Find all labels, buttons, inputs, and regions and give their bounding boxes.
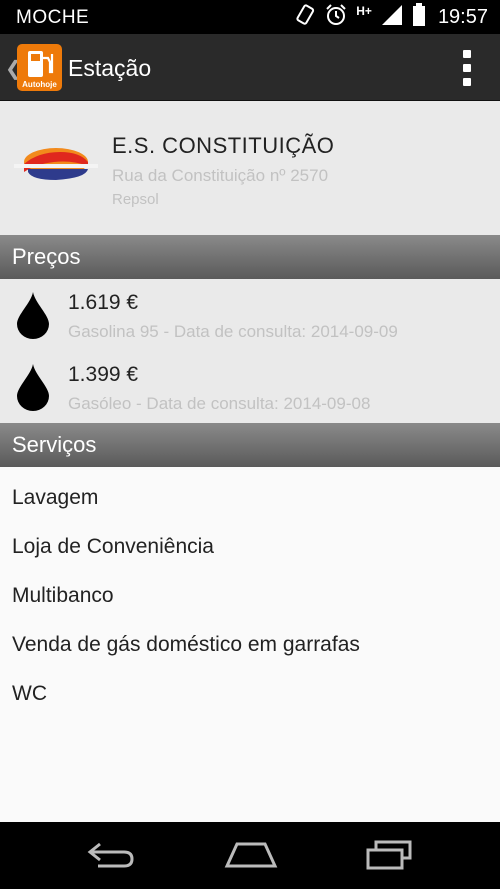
prices-list: 1.619 € Gasolina 95 - Data de consulta: … bbox=[0, 279, 500, 423]
station-name: E.S. CONSTITUIÇÃO bbox=[112, 133, 335, 158]
service-item: Venda de gás doméstico em garrafas bbox=[12, 633, 360, 656]
price-row-gasolina[interactable]: 1.619 € Gasolina 95 - Data de consulta: … bbox=[0, 279, 500, 351]
home-icon[interactable] bbox=[223, 838, 279, 877]
service-item: Multibanco bbox=[12, 584, 114, 607]
price-value: 1.399 € bbox=[68, 363, 139, 386]
carrier-name: MOCHE bbox=[16, 7, 90, 28]
fuel-drop-icon bbox=[17, 292, 49, 339]
back-icon[interactable] bbox=[86, 838, 136, 877]
service-item: Lavagem bbox=[12, 486, 99, 509]
navigation-bar bbox=[0, 822, 500, 889]
status-bar: MOCHE H+ 19:57 bbox=[0, 0, 500, 34]
station-address: Rua da Constituição nº 2570 bbox=[112, 166, 329, 185]
station-card: E.S. CONSTITUIÇÃO Rua da Constituição nº… bbox=[0, 101, 500, 235]
clock: 19:57 bbox=[437, 5, 488, 28]
service-item: WC bbox=[12, 682, 47, 705]
battery-icon bbox=[412, 2, 426, 32]
price-meta: Gasóleo - Data de consulta: 2014-09-08 bbox=[68, 394, 371, 413]
service-item: Loja de Conveniência bbox=[12, 535, 214, 558]
services-header: Serviços bbox=[0, 423, 500, 467]
page-title: Estação bbox=[68, 55, 152, 81]
price-row-gasoleo[interactable]: 1.399 € Gasóleo - Data de consulta: 2014… bbox=[0, 351, 500, 423]
prices-header: Preços bbox=[0, 235, 500, 279]
recents-icon[interactable] bbox=[364, 838, 414, 877]
network-type-label: H+ bbox=[356, 4, 372, 18]
alarm-icon bbox=[324, 3, 348, 32]
rotation-icon bbox=[294, 3, 316, 31]
app-logo[interactable]: Autohoje bbox=[17, 44, 62, 91]
app-logo-text: Autohoje bbox=[22, 80, 57, 89]
content-area: E.S. CONSTITUIÇÃO Rua da Constituição nº… bbox=[0, 101, 500, 822]
signal-icon bbox=[380, 3, 404, 32]
repsol-logo-icon bbox=[14, 148, 98, 180]
price-meta: Gasolina 95 - Data de consulta: 2014-09-… bbox=[68, 322, 398, 341]
station-brand: Repsol bbox=[112, 191, 159, 208]
fuel-pump-icon bbox=[28, 51, 54, 77]
status-icons: H+ 19:57 bbox=[294, 2, 488, 32]
action-bar: ❮ Autohoje Estação bbox=[0, 34, 500, 101]
overflow-menu-icon[interactable] bbox=[462, 50, 472, 86]
services-list: Lavagem Loja de Conveniência Multibanco … bbox=[0, 467, 500, 822]
price-value: 1.619 € bbox=[68, 291, 139, 314]
fuel-drop-icon bbox=[17, 364, 49, 411]
